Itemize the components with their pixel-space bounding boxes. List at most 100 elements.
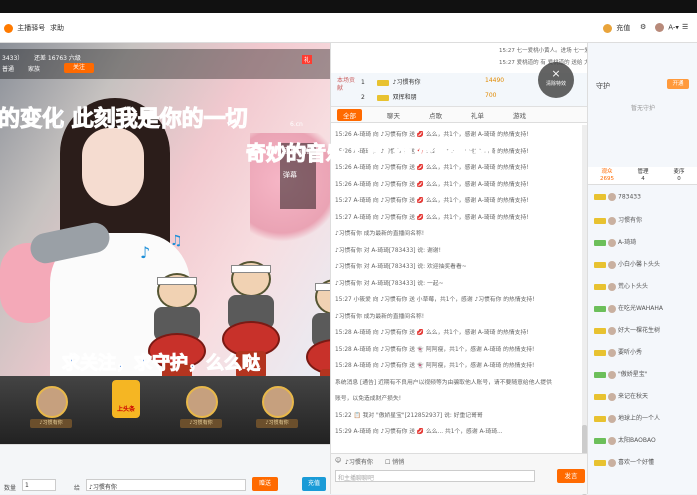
gift-label: ♪习惯有你: [256, 419, 298, 428]
gift-avatar[interactable]: [36, 386, 68, 418]
level-progress: 还差 16763 六级: [34, 55, 81, 62]
chat-message: 账号，以免造成财产损失!: [335, 396, 402, 402]
viewer-name: 783433: [618, 193, 641, 201]
viewer-name: 好大一棵花生树: [618, 327, 661, 334]
viewer-item[interactable]: 太阳BAOBAO: [594, 435, 656, 445]
menu-icon[interactable]: ☰: [682, 23, 688, 31]
headline-button[interactable]: 上头条: [112, 380, 140, 418]
chat-message: 15:28 A-琦琦 向 ♪习惯有你 送 💋 么么，共1个，感谢 A-琦琦 的热…: [335, 330, 529, 336]
audience-panel: 守护 开通 暂无守护 观众 2695 管理 4 麦序 0 783433 习惯有你 A-琦琦…: [587, 43, 697, 494]
send-button[interactable]: 发言: [557, 469, 585, 483]
viewer-name: A-琦琦: [618, 239, 637, 246]
tab-admins[interactable]: 管理 4: [626, 169, 660, 183]
quantity-label: 数量: [4, 485, 17, 492]
viewer-item[interactable]: 好大一棵花生树: [594, 325, 660, 335]
coin-icon: [603, 23, 612, 33]
send-gift-button[interactable]: 赠送: [252, 477, 278, 491]
viewer-name: 喜欢一个好懂: [618, 459, 655, 466]
chat-message: 15:22 📋 我对 "傲娇星宝"[212852937] 说: 好重记哥哥: [335, 412, 483, 419]
tab-songs[interactable]: 点歌: [429, 110, 442, 120]
viewer-name: 荒心卜头头: [618, 283, 649, 290]
viewer-item[interactable]: 习惯有你: [594, 215, 642, 225]
follow-button[interactable]: 关注: [64, 63, 94, 73]
level-badge: [594, 349, 606, 356]
tab-all[interactable]: 全部: [337, 109, 362, 121]
emoji-icon[interactable]: ☺: [335, 457, 341, 464]
chat-message: ♪习惯有你 对 A-琦琦[783433] 说: 一起~: [335, 280, 444, 287]
chat-message: 15:26 A-琦琦 向 ♪习惯有你 送 💋 么么，共1个，感谢 A-琦琦 的热…: [335, 181, 529, 188]
avatar: [608, 392, 616, 401]
chat-list[interactable]: 15:26 A-琦琦 向 ♪习惯有你 送 💋 么么，共1个，感谢 A-琦琦 的热…: [331, 125, 583, 455]
gear-icon[interactable]: ⚙: [640, 23, 646, 31]
tab-gifts[interactable]: 礼单: [471, 110, 484, 120]
chat-message: ♪习惯有你 成为最新的直播间名称!: [335, 231, 425, 237]
avatar: [608, 436, 616, 445]
viewer-item[interactable]: 要听小秀: [594, 347, 642, 357]
window-titlebar: [0, 0, 697, 13]
ranking-row[interactable]: 1 ♪习惯有你 14490: [361, 77, 504, 86]
lyric-line-1: 的变化 此刻我是你的一切: [0, 107, 248, 133]
chat-input[interactable]: 和主播聊聊吧: [335, 470, 535, 482]
viewer-item[interactable]: 小白小馨卜头头: [594, 259, 660, 269]
private-toggle[interactable]: ☐ 悄悄: [385, 457, 404, 466]
viewer-item[interactable]: 喜欢一个好懂: [594, 457, 654, 467]
avatar: [608, 348, 616, 357]
level-badge: [594, 239, 606, 246]
audience-tabs: 观众 2695 管理 4 麦序 0: [588, 167, 697, 185]
recharge-link[interactable]: 充值: [603, 23, 630, 33]
chevron-down-icon: A-▾: [668, 23, 679, 32]
level-badge: [594, 305, 606, 312]
logo[interactable]: 主播驿号: [4, 23, 45, 33]
chat-target[interactable]: ♪习惯有你: [345, 457, 373, 466]
quantity-input[interactable]: 1: [22, 479, 56, 491]
ranking-row[interactable]: 2 双挥和朋 700: [361, 92, 496, 101]
avatar: [608, 238, 616, 247]
gift-avatar[interactable]: [262, 386, 294, 418]
viewer-item[interactable]: 在吃光WAHAHA: [594, 303, 663, 313]
viewer-name: 习惯有你: [618, 217, 643, 224]
chat-message: ♪习惯有你 对 A-琦琦[783433] 说: 欢迎抽奖看看~: [335, 264, 467, 270]
viewer-item[interactable]: "傲娇星宝": [594, 369, 648, 379]
music-note-icon: ♪: [140, 243, 151, 262]
level-badge: [594, 283, 606, 290]
level-badge: [594, 261, 606, 268]
tab-games[interactable]: 游戏: [513, 110, 526, 120]
viewer-item[interactable]: 荒心卜头头: [594, 281, 648, 291]
level-badge: [376, 94, 389, 101]
avatar: [608, 414, 616, 423]
viewer-name: 小白小馨卜头头: [618, 261, 661, 268]
viewer-item[interactable]: A-琦琦: [594, 237, 636, 247]
viewer-item[interactable]: 来记在秋天: [594, 391, 648, 401]
open-guard-button[interactable]: 开通: [667, 79, 689, 89]
tab-mic-queue[interactable]: 麦序 0: [662, 169, 696, 183]
viewer-item[interactable]: 783433: [594, 193, 641, 201]
level-badge: [376, 79, 389, 86]
avatar: [608, 260, 616, 269]
chat-message: 15:27 A-琦琦 向 ♪习惯有你 送 💋 么么，共1个，感谢 A-琦琦 的热…: [335, 214, 529, 221]
avatar: [608, 326, 616, 335]
cartoon-drummer: [148, 273, 206, 393]
chat-tabs: 全部 聊天 点歌 礼单 游戏: [331, 107, 588, 123]
viewer-name: 要听小秀: [618, 349, 643, 356]
viewer-name: "傲娇星宝": [618, 371, 648, 378]
live-video[interactable]: 3433） 还差 16763 六级 普通 家族 关注 礼 6.cn 直播排报 弹…: [0, 43, 330, 395]
help-link[interactable]: 求助: [50, 23, 64, 33]
user-menu[interactable]: A-▾: [655, 23, 679, 32]
tab-viewers[interactable]: 观众 2695: [590, 169, 624, 183]
fans-label: 家族: [28, 66, 41, 73]
guard-empty: 暂无守护: [630, 105, 655, 112]
level-badge: [594, 393, 606, 400]
clear-effects-button[interactable]: × 清除特效: [538, 62, 574, 98]
level-badge: [594, 194, 606, 200]
recipient-select[interactable]: ♪习惯有你: [86, 479, 246, 491]
viewer-name: 来记在秋天: [618, 393, 649, 400]
site-header: 主播驿号 求助 充值 ⚙ A-▾ ☰: [0, 13, 697, 43]
tab-chat[interactable]: 聊天: [387, 110, 400, 120]
viewer-item[interactable]: 地球上的一个人: [594, 413, 660, 423]
recharge-button[interactable]: 充值: [302, 477, 326, 491]
gift-flag[interactable]: 礼: [302, 55, 313, 64]
ranking-label: 本场贡献: [337, 77, 356, 92]
chat-message: 15:29 A-琦琦 向 ♪习惯有你 送 💋 么么... 共1个，感谢 A-琦琦…: [335, 429, 503, 435]
chat-message: 15:27 A-琦琦 向 ♪习惯有你 送 💋 么么，共1个，感谢 A-琦琦 的热…: [335, 198, 529, 204]
gift-avatar[interactable]: [186, 386, 218, 418]
